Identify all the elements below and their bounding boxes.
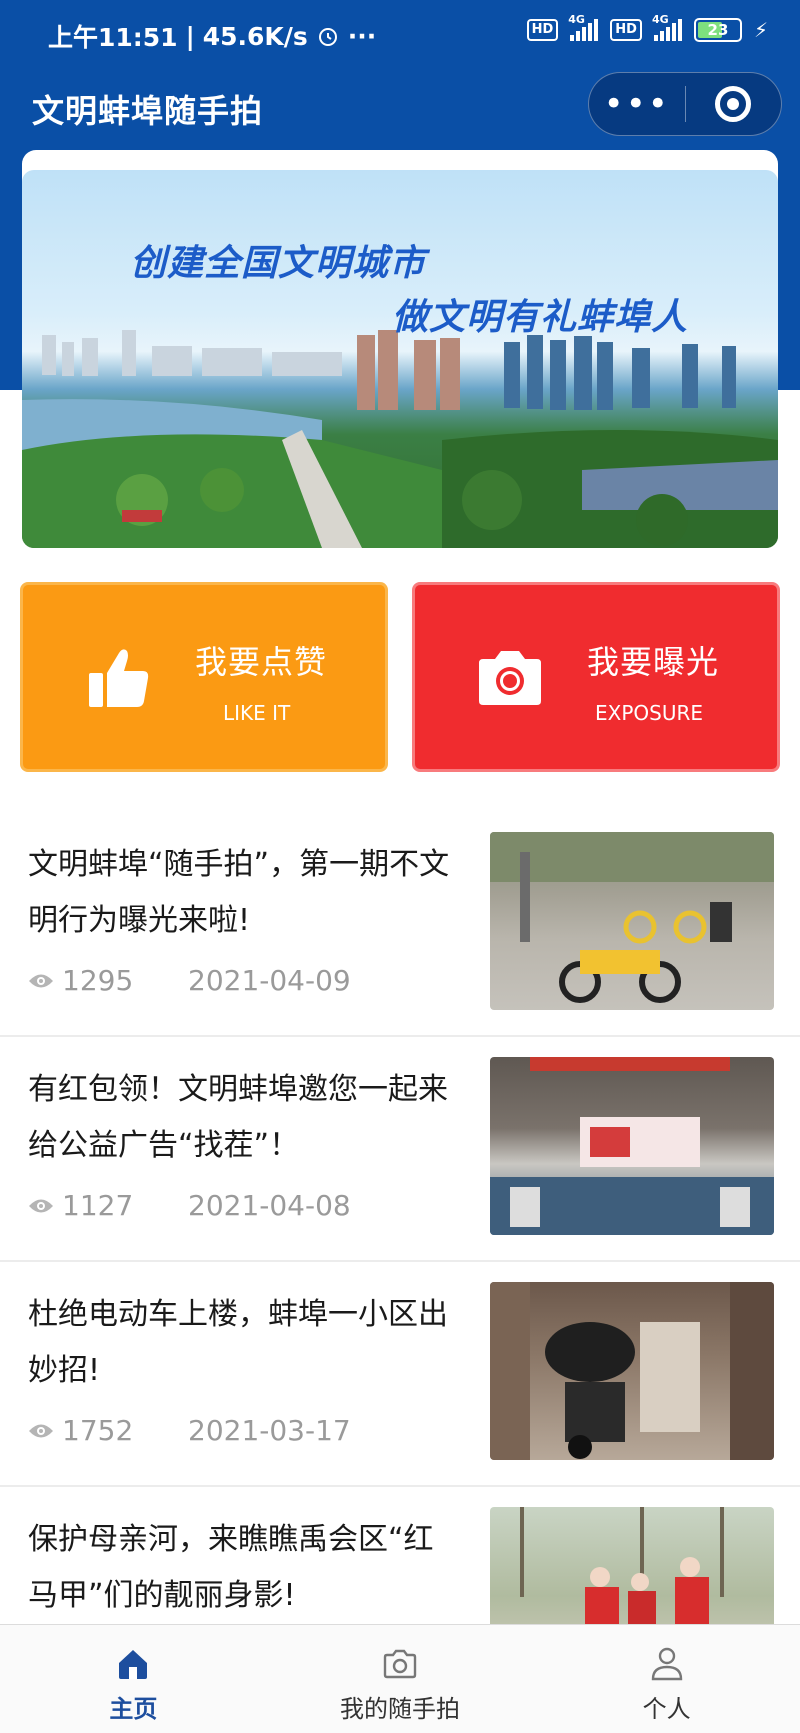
banner-image[interactable]: 创建全国文明城市 做文明有礼蚌埠人 bbox=[22, 170, 778, 548]
close-miniprogram-button[interactable] bbox=[686, 86, 782, 122]
camera-icon bbox=[479, 651, 541, 705]
like-label: 我要点赞 bbox=[195, 643, 328, 681]
status-time: 上午11:51 bbox=[48, 23, 178, 52]
list-item[interactable]: 有红包领！文明蚌埠邀您一起来给公益广告“找茬”！ 1127 2021-04-08 bbox=[0, 1037, 800, 1262]
exposure-label-en: EXPOSURE bbox=[595, 701, 704, 725]
article-meta: 1127 2021-04-08 bbox=[28, 1189, 351, 1222]
eye-icon bbox=[29, 1424, 53, 1437]
like-label-en: LIKE IT bbox=[223, 701, 291, 725]
more-dots-icon: ··· bbox=[347, 21, 377, 51]
article-title: 保护母亲河，来瞧瞧禹会区“红马甲”们的靓丽身影! bbox=[28, 1522, 434, 1613]
article-thumbnail bbox=[490, 1057, 774, 1235]
alarm-icon bbox=[318, 28, 337, 46]
camera-icon bbox=[383, 1649, 417, 1679]
article-title: 杜绝电动车上楼，蚌埠一小区出妙招! bbox=[28, 1297, 448, 1388]
banner-slogan-2: 做文明有礼蚌埠人 bbox=[392, 297, 689, 338]
person-icon bbox=[651, 1647, 682, 1681]
home-icon bbox=[119, 1650, 148, 1679]
article-list: 文明蚌埠“随手拍”，第一期不文明行为曝光来啦! 1295 2021-04-09 … bbox=[0, 812, 800, 1712]
banner-card: 创建全国文明城市 做文明有礼蚌埠人 bbox=[22, 150, 778, 550]
page-title: 文明蚌埠随手拍 bbox=[32, 92, 264, 130]
tab-my-photos[interactable]: 我的随手拍 bbox=[267, 1625, 534, 1733]
article-title: 有红包领！文明蚌埠邀您一起来给公益广告“找茬”！ bbox=[28, 1072, 448, 1163]
tab-profile[interactable]: 个人 bbox=[533, 1625, 800, 1733]
eye-icon bbox=[29, 974, 53, 987]
article-thumbnail bbox=[490, 832, 774, 1010]
bottom-tab-bar: 主页 我的随手拍 个人 bbox=[0, 1624, 800, 1733]
article-date: 2021-03-17 bbox=[188, 1414, 351, 1447]
city-skyline-illustration bbox=[22, 330, 778, 548]
miniprogram-capsule: ••• bbox=[588, 72, 782, 136]
signal-4g-icon: 4G bbox=[568, 13, 599, 41]
list-item[interactable]: 文明蚌埠“随手拍”，第一期不文明行为曝光来啦! 1295 2021-04-09 bbox=[0, 812, 800, 1037]
exposure-button[interactable]: 我要曝光 EXPOSURE bbox=[412, 582, 780, 772]
nav-bar: 文明蚌埠随手拍 ••• bbox=[0, 66, 800, 150]
exposure-label: 我要曝光 bbox=[587, 643, 720, 681]
article-date: 2021-04-09 bbox=[188, 964, 351, 997]
article-meta: 1752 2021-03-17 bbox=[28, 1414, 351, 1447]
network-speed: 45.6K/s bbox=[202, 21, 308, 51]
tab-home[interactable]: 主页 bbox=[0, 1625, 267, 1733]
charging-icon: ⚡ bbox=[753, 18, 768, 42]
battery-icon: 23 bbox=[693, 18, 742, 42]
article-thumbnail bbox=[490, 1282, 774, 1460]
view-count: 1295 bbox=[62, 964, 134, 997]
article-date: 2021-04-08 bbox=[188, 1189, 351, 1222]
status-bar: 上午11:51 | 45.6K/s ··· HD 4G HD 4G 23 ⚡ bbox=[48, 13, 768, 52]
article-meta: 1295 2021-04-09 bbox=[28, 964, 351, 997]
article-title: 文明蚌埠“随手拍”，第一期不文明行为曝光来啦! bbox=[28, 847, 450, 938]
view-count: 1752 bbox=[62, 1414, 134, 1447]
hd-icon: HD bbox=[610, 19, 642, 41]
eye-icon bbox=[29, 1199, 53, 1212]
tab-label: 我的随手拍 bbox=[340, 1695, 460, 1723]
tab-label: 个人 bbox=[642, 1695, 691, 1723]
like-button[interactable]: 我要点赞 LIKE IT bbox=[20, 582, 388, 772]
thumbs-up-icon bbox=[89, 649, 149, 707]
hd-icon: HD bbox=[526, 19, 559, 41]
more-menu-button[interactable]: ••• bbox=[589, 87, 685, 121]
view-count: 1127 bbox=[62, 1189, 134, 1222]
tab-label: 主页 bbox=[109, 1695, 158, 1723]
banner-slogan-1: 创建全国文明城市 bbox=[130, 243, 427, 284]
signal-4g-icon: 4G bbox=[652, 13, 682, 41]
list-item[interactable]: 杜绝电动车上楼，蚌埠一小区出妙招! 1752 2021-03-17 bbox=[0, 1262, 800, 1487]
target-icon bbox=[715, 86, 752, 122]
